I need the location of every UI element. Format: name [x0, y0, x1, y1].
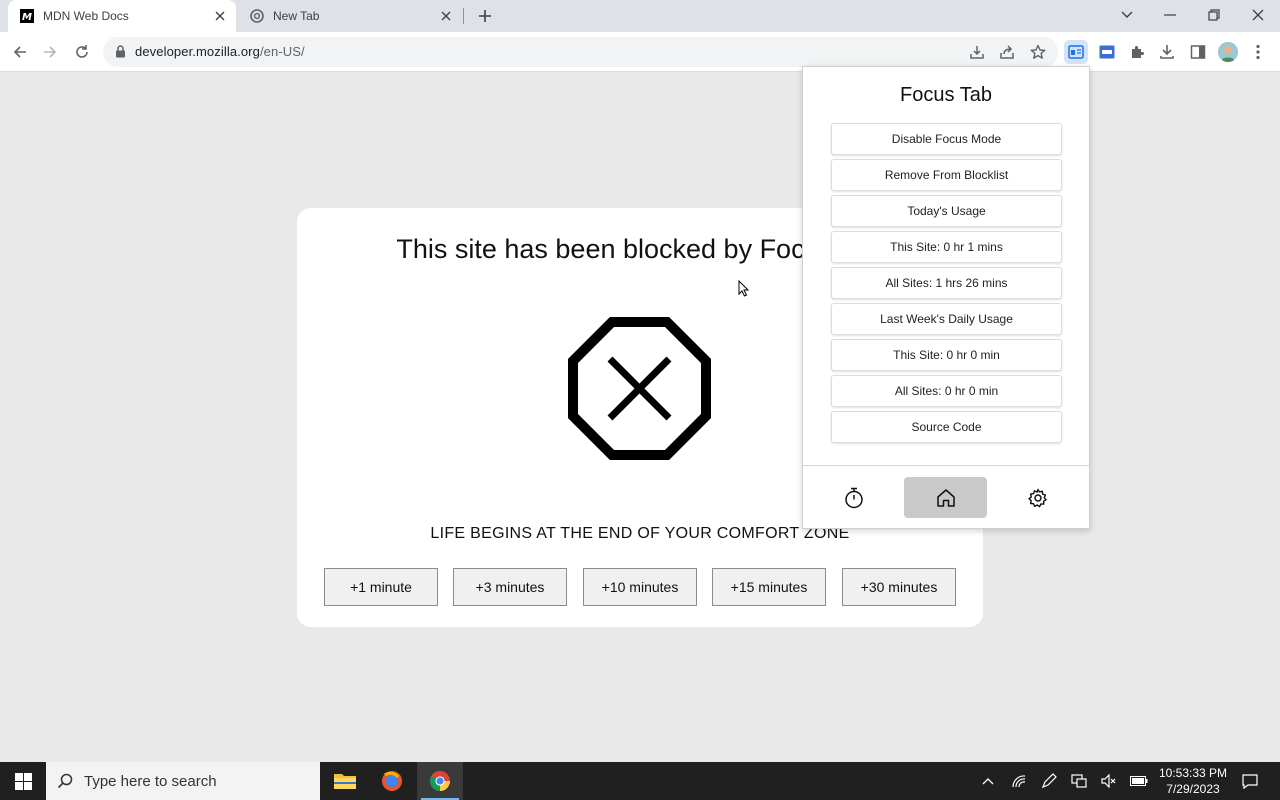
clock-time: 10:53:33 PM [1158, 766, 1228, 780]
kebab-menu-icon [1256, 44, 1260, 60]
search-placeholder: Type here to search [84, 772, 217, 790]
remove-from-blocklist-button[interactable]: Remove From Blocklist [831, 159, 1062, 191]
focus-tab-popup: Focus Tab Disable Focus Mode Remove From… [802, 66, 1090, 529]
profile-avatar[interactable] [1218, 42, 1238, 62]
settings-nav-button[interactable] [996, 477, 1079, 518]
windows-logo-icon [14, 772, 32, 790]
home-icon [936, 488, 955, 507]
puzzle-icon [1132, 46, 1144, 58]
popup-title: Focus Tab [900, 84, 992, 106]
add-10-minutes-button[interactable]: +10 minutes [583, 568, 697, 606]
install-app-icon[interactable] [968, 43, 986, 61]
volume-muted-icon[interactable] [1097, 762, 1121, 800]
todays-usage-button[interactable]: Today's Usage [831, 195, 1062, 227]
side-panel-button[interactable] [1186, 40, 1210, 64]
close-tab-icon[interactable] [436, 6, 456, 26]
plus-icon [479, 10, 491, 22]
svg-text:M: M [22, 12, 32, 23]
taskbar-search-box[interactable]: Type here to search [46, 762, 320, 800]
share-icon[interactable] [998, 43, 1016, 61]
network-icon[interactable] [1007, 762, 1031, 800]
back-button[interactable] [6, 38, 34, 66]
keyboard-extension-icon [1099, 45, 1115, 59]
maximize-button[interactable] [1192, 0, 1236, 30]
minimize-button[interactable] [1148, 0, 1192, 30]
stop-x-icon [567, 316, 712, 466]
add-30-minutes-button[interactable]: +30 minutes [842, 568, 956, 606]
timer-icon [844, 487, 863, 508]
focus-tab-extension-button[interactable] [1064, 40, 1088, 64]
url-host: developer.mozilla.org [135, 44, 260, 59]
bookmark-star-icon[interactable] [1029, 43, 1047, 61]
restore-icon [1208, 9, 1220, 21]
notifications-icon[interactable] [1237, 762, 1263, 800]
pen-icon[interactable] [1037, 762, 1061, 800]
settings-icon [1027, 488, 1047, 507]
extensions-menu-button[interactable] [1125, 40, 1149, 64]
url-text: developer.mozilla.org/en-US/ [135, 44, 305, 59]
chrome-icon [429, 771, 451, 792]
battery-icon[interactable] [1127, 762, 1151, 800]
address-bar[interactable]: developer.mozilla.org/en-US/ [103, 37, 1058, 67]
tab-title: New Tab [273, 9, 320, 23]
disable-focus-mode-button[interactable]: Disable Focus Mode [831, 123, 1062, 155]
tab-separator [463, 8, 464, 24]
file-explorer-app[interactable] [322, 762, 368, 800]
tab-search-button[interactable] [1105, 0, 1149, 30]
reload-button[interactable] [68, 38, 96, 66]
arrow-left-icon [13, 46, 26, 58]
reload-icon [76, 45, 88, 58]
lock-icon[interactable] [115, 45, 126, 63]
browser-app-icon [382, 771, 402, 791]
mdn-favicon-icon: M [20, 9, 34, 23]
week-this-site-usage[interactable]: This Site: 0 hr 0 min [831, 339, 1062, 371]
last-week-usage-button[interactable]: Last Week's Daily Usage [831, 303, 1062, 335]
clock-date: 7/29/2023 [1166, 782, 1220, 796]
download-icon [1160, 45, 1174, 59]
tab-title: MDN Web Docs [43, 9, 129, 23]
tab-strip: M MDN Web Docs New Tab [0, 0, 1280, 32]
timer-nav-button[interactable] [812, 477, 895, 518]
chrome-favicon-icon [250, 9, 264, 23]
popup-footer-nav [803, 465, 1089, 528]
source-code-button[interactable]: Source Code [831, 411, 1062, 443]
add-1-minute-button[interactable]: +1 minute [324, 568, 438, 606]
forward-button[interactable] [36, 38, 64, 66]
home-nav-button[interactable] [904, 477, 987, 518]
add-3-minutes-button[interactable]: +3 minutes [453, 568, 567, 606]
new-tab-button[interactable] [474, 5, 496, 27]
start-button[interactable] [0, 762, 46, 800]
windows-taskbar: Type here to search 10:53:33 PM 7/29/202… [0, 762, 1280, 800]
week-all-sites-usage[interactable]: All Sites: 0 hr 0 min [831, 375, 1062, 407]
focus-tab-extension-icon [1068, 45, 1084, 59]
show-hidden-icons-button[interactable] [976, 762, 1000, 800]
side-panel-icon [1190, 45, 1206, 59]
tab-mdn[interactable]: M MDN Web Docs [8, 0, 236, 32]
chevron-down-icon [1121, 11, 1133, 18]
minimize-icon [1164, 14, 1176, 16]
firefox-app[interactable] [369, 762, 415, 800]
taskbar-clock[interactable]: 10:53:33 PM 7/29/2023 [1156, 765, 1230, 797]
chrome-app[interactable] [417, 762, 463, 800]
url-path: /en-US/ [259, 44, 305, 59]
downloads-button[interactable] [1155, 40, 1179, 64]
chrome-menu-button[interactable] [1246, 40, 1270, 64]
close-icon [1252, 9, 1264, 21]
tab-new-tab[interactable]: New Tab [238, 0, 462, 32]
today-this-site-usage[interactable]: This Site: 0 hr 1 mins [831, 231, 1062, 263]
close-tab-icon[interactable] [210, 6, 230, 26]
today-all-sites-usage[interactable]: All Sites: 1 hrs 26 mins [831, 267, 1062, 299]
monitor-icon[interactable] [1067, 762, 1091, 800]
search-icon [56, 772, 74, 790]
folder-icon [334, 774, 356, 789]
arrow-right-icon [44, 46, 57, 58]
close-window-button[interactable] [1236, 0, 1280, 30]
add-15-minutes-button[interactable]: +15 minutes [712, 568, 826, 606]
mouse-cursor-icon [738, 279, 750, 302]
extension-button[interactable] [1095, 40, 1119, 64]
chevron-up-icon [982, 778, 994, 785]
